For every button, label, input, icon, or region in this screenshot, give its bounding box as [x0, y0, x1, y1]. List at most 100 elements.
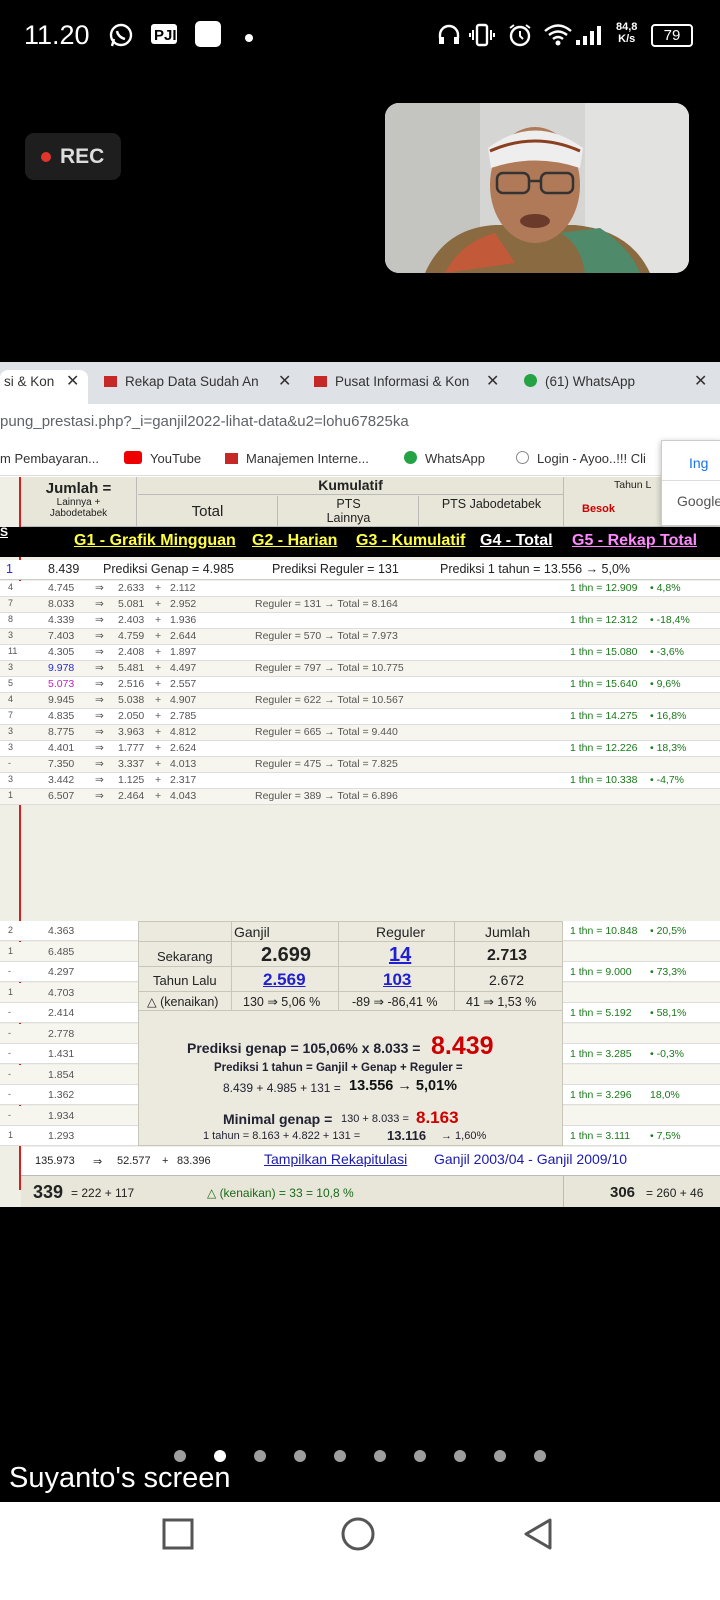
prediksi-genap-text: Prediksi genap = 105,06% x 8.033 = [187, 1040, 421, 1056]
row-index: 1 [8, 945, 14, 956]
page-dot [454, 1450, 466, 1462]
row-arrow: ⇒ [95, 582, 104, 594]
speed-value: 84,8 [616, 21, 638, 33]
bookmark-youtube[interactable]: YouTube [124, 451, 201, 466]
bookmark-manajemen[interactable]: Manajemen Interne... [225, 451, 369, 466]
row-index: 11 [8, 646, 18, 656]
bookmark-pembayaran[interactable]: m Pembayaran... [0, 451, 99, 466]
row-pct: • 7,5% [650, 1130, 681, 1142]
row-index: 7 [8, 598, 14, 608]
prediksi-genap-value: 8.439 [431, 1032, 494, 1060]
tampilkan-rekapitulasi-link[interactable]: Tampilkan Rekapitulasi [264, 1151, 407, 1167]
signal-icon [574, 22, 601, 46]
row-value: 4.339 [48, 614, 75, 626]
alarm-icon [507, 22, 531, 47]
bookmark-whatsapp[interactable]: WhatsApp [404, 451, 485, 466]
row-value: 1.854 [48, 1068, 75, 1081]
summary-sekarang-reguler-link[interactable]: 14 [389, 944, 411, 967]
pred-genap: Prediksi Genap = 4.985 [103, 562, 234, 576]
speed-unit: K/s [618, 33, 636, 45]
row-arrow: ⇒ [95, 694, 104, 706]
row-index: 8 [8, 614, 14, 624]
row-index: 4 [8, 582, 14, 592]
bottom-right-split: = 260 + 46 [646, 1186, 704, 1200]
row-value: 4.835 [48, 710, 75, 722]
row-arrow: ⇒ [95, 614, 104, 626]
row-plus: + [155, 630, 162, 642]
row-lainnya: 2.633 [118, 582, 145, 594]
tab-label: (61) WhatsApp [545, 374, 636, 389]
row-index: - [8, 1048, 11, 1058]
home-button[interactable] [340, 1516, 376, 1557]
link-g2-harian[interactable]: G2 - Harian [252, 532, 337, 550]
tab-pusat-informasi[interactable]: Pusat Informasi & Kon ✕ [314, 370, 510, 404]
close-tab-icon[interactable]: ✕ [278, 370, 291, 394]
link-g3-kumulatif[interactable]: G3 - Kumulatif [356, 532, 465, 550]
table-row: 8 4.339 ⇒ 2.403 +1.936 1 thn = 12.312 • -18,4% [0, 613, 720, 629]
total-value: 135.973 [35, 1155, 75, 1167]
youtube-icon [124, 451, 142, 464]
tab-label: Pusat Informasi & Kon [335, 374, 470, 389]
link-g5-rekap-total[interactable]: G5 - Rekap Total [572, 532, 697, 550]
pred-index: 1 [6, 562, 13, 576]
navigation-bar [0, 1502, 720, 1600]
row-pct: 18,0% [650, 1089, 680, 1101]
bookmark-login[interactable]: Login - Ayoo..!!! Cli [516, 451, 646, 466]
page-dot [334, 1450, 346, 1462]
link-g4-total[interactable]: G4 - Total [480, 532, 553, 550]
popup-title: Ing [689, 455, 709, 471]
row-lainnya: 1.777 [118, 742, 145, 754]
page-dot [534, 1450, 546, 1462]
site-favicon-icon [314, 376, 327, 387]
web-page: Jumlah = Lainnya + Jabodetabek Kumulatif… [0, 477, 720, 1207]
row-arrow: ⇒ [95, 726, 104, 738]
summary-tahun-lalu-reguler-link[interactable]: 103 [383, 970, 411, 990]
row-plus: + [155, 678, 162, 690]
row-1-tahun: 1 thn = 3.296 [570, 1089, 632, 1101]
tab-rekap[interactable]: Rekap Data Sudah An ✕ [104, 370, 304, 404]
battery-icon: 79 [651, 24, 693, 47]
prediksi-1-tahun-formula: Prediksi 1 tahun = Ganjil + Genap + Regu… [214, 1062, 463, 1074]
row-lainnya: 3.963 [118, 726, 145, 738]
row-reguler-total: Reguler = 665 → Total = 9.440 [255, 726, 398, 738]
summary-tahun-lalu-jumlah: 2.672 [489, 972, 525, 988]
link-g1-grafik-mingguan[interactable]: G1 - Grafik Mingguan [74, 532, 236, 550]
back-button[interactable] [522, 1517, 554, 1556]
row-jabodetabek: 2.557 [170, 678, 197, 690]
row-index: 4 [8, 694, 14, 704]
summary-tahun-lalu-ganjil-link[interactable]: 2.569 [263, 970, 306, 990]
page-dot [414, 1450, 426, 1462]
row-1-tahun: 1 thn = 10.338 [570, 774, 638, 786]
tab-active[interactable]: si & Kon ✕ [0, 370, 88, 404]
table-row: 3 7.403 ⇒ 4.759 +2.644 Reguler = 570 → Total … [0, 629, 720, 645]
summary-label-kenaikan: △ (kenaikan) [147, 995, 219, 1009]
app-icon [194, 20, 221, 47]
close-tab-icon[interactable]: ✕ [486, 370, 499, 394]
svg-text:PJI: PJI [154, 27, 177, 44]
row-index: - [8, 1007, 11, 1017]
close-tab-icon[interactable]: ✕ [66, 370, 79, 394]
record-dot-icon [41, 152, 51, 162]
tab-whatsapp[interactable]: (61) WhatsApp ✕ [524, 370, 720, 404]
summary-sekarang-ganjil: 2.699 [261, 944, 312, 966]
address-bar[interactable]: pung_prestasi.php?_i=ganjil2022-lihat-da… [0, 404, 720, 444]
recording-indicator: REC [25, 133, 121, 180]
recents-button[interactable] [162, 1518, 194, 1555]
close-tab-icon[interactable]: ✕ [694, 370, 707, 394]
pred-1-tahun: Prediksi 1 tahun = 13.556 → 5,0% [440, 562, 631, 576]
summary-kenaikan-reguler: -89 ⇒ -86,41 % [352, 995, 438, 1009]
tab-label: Rekap Data Sudah An [125, 374, 259, 389]
row-plus: + [155, 598, 162, 610]
table-row: 1 6.507 ⇒ 2.464 +4.043 Reguler = 389 → Total … [0, 789, 720, 805]
row-reguler-total: Reguler = 570 → Total = 7.973 [255, 630, 398, 642]
summary-box: Ganjil Reguler Jumlah Sekarang 2.699 14 … [138, 921, 563, 1146]
row-index: 3 [8, 630, 14, 640]
bottom-total-big: 339 [33, 1182, 64, 1202]
row-lainnya: 1.125 [118, 774, 145, 786]
google-signin-popup[interactable]: Ing Google [661, 440, 720, 526]
bookmark-label: YouTube [150, 451, 202, 466]
participant-video[interactable] [385, 103, 689, 273]
row-plus: + [155, 614, 162, 626]
row-value: 5.073 [48, 678, 75, 690]
row-index: 2 [8, 925, 14, 935]
